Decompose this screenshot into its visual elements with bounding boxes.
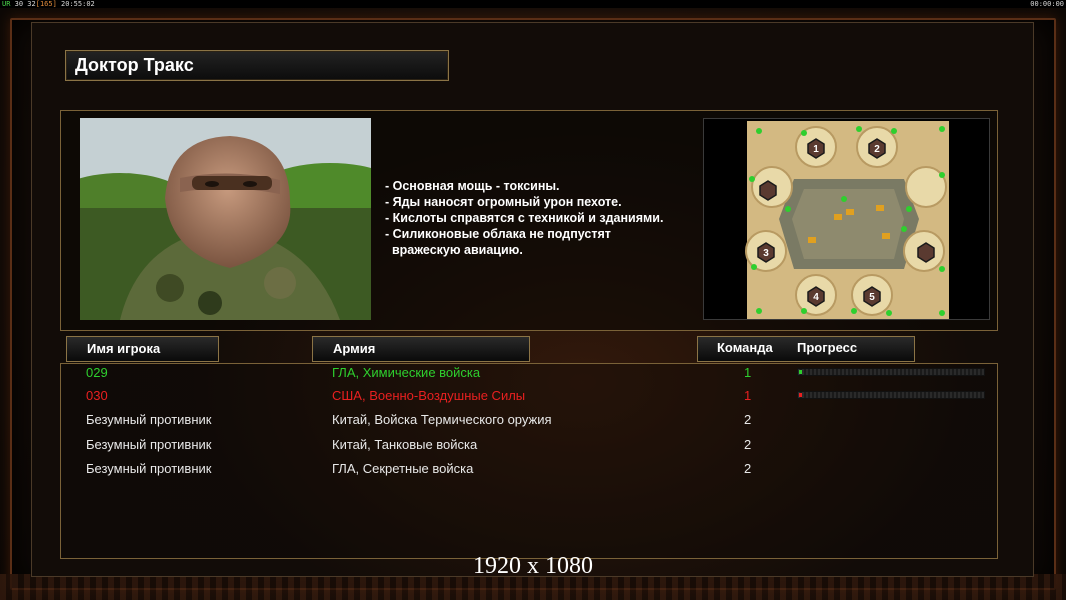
game-timer: 00:00:00: [1030, 0, 1064, 8]
resolution-caption: 1920 x 1080: [473, 553, 593, 579]
progress-fill: [799, 393, 802, 397]
player-team: 1: [744, 388, 752, 403]
player-row: 030 США, Военно-Воздушные Силы 1: [0, 386, 1066, 406]
player-army: Китай, Танковые войска: [332, 437, 478, 452]
description-line: - Основная мощь - токсины.: [385, 179, 560, 193]
player-team: 2: [744, 461, 752, 476]
player-progress-bar: [797, 368, 985, 376]
column-header-player: Имя игрока: [66, 336, 219, 362]
column-header-army: Армия: [312, 336, 530, 362]
player-progress-bar: [797, 391, 985, 399]
map-preview: 1 2 3 4 5: [703, 118, 990, 320]
debug-bar: ŪR 30 32[165] 20:55:02 00:00:00: [0, 0, 1066, 8]
map-spawn-label: 5: [869, 292, 875, 303]
column-header-team: Команда: [717, 340, 773, 355]
debug-stat-3: [165]: [35, 0, 57, 8]
player-team: 2: [744, 437, 752, 452]
progress-fill: [799, 370, 802, 374]
player-name: 029: [86, 365, 108, 380]
map-spawn-label: 3: [763, 248, 769, 259]
player-name: Безумный противник: [86, 437, 212, 452]
player-row: 029 ГЛА, Химические войска 1: [0, 363, 1066, 383]
player-army: ГЛА, Химические войска: [332, 365, 481, 380]
debug-stat-1: ŪR: [2, 0, 11, 8]
debug-stats: ŪR 30 32[165] 20:55:02: [2, 0, 95, 8]
map-spawn-label: 4: [813, 292, 819, 303]
player-row: Безумный противник Китай, Танковые войск…: [0, 435, 1066, 455]
general-description: - Основная мощь - токсины. - Яды наносят…: [385, 178, 705, 258]
player-name: Безумный противник: [86, 461, 212, 476]
player-team: 1: [744, 365, 752, 380]
player-row: Безумный противник Китай, Войска Термиче…: [0, 410, 1066, 430]
description-line: - Силиконовые облака не подпустят: [385, 227, 611, 241]
debug-stat-2: 30 32: [14, 0, 36, 8]
player-name: 030: [86, 388, 108, 403]
debug-clock: 20:55:02: [61, 0, 95, 8]
player-army: США, Военно-Воздушные Силы: [332, 388, 526, 403]
player-name: Безумный противник: [86, 412, 212, 427]
description-line: вражескую авиацию.: [385, 243, 523, 257]
map-spawn-label: 1: [813, 144, 819, 155]
player-army: Китай, Войска Термического оружия: [332, 412, 552, 427]
description-line: - Кислоты справятся с техникой и зданиям…: [385, 211, 664, 225]
map-spawn-label: 2: [874, 144, 880, 155]
general-portrait: [80, 118, 371, 320]
general-title: Доктор Тракс: [65, 50, 449, 81]
column-header-progress: Прогресс: [797, 340, 858, 355]
player-team: 2: [744, 412, 752, 427]
player-army: ГЛА, Секретные войска: [332, 461, 474, 476]
player-row: Безумный противник ГЛА, Секретные войска…: [0, 459, 1066, 479]
description-line: - Яды наносят огромный урон пехоте.: [385, 195, 622, 209]
